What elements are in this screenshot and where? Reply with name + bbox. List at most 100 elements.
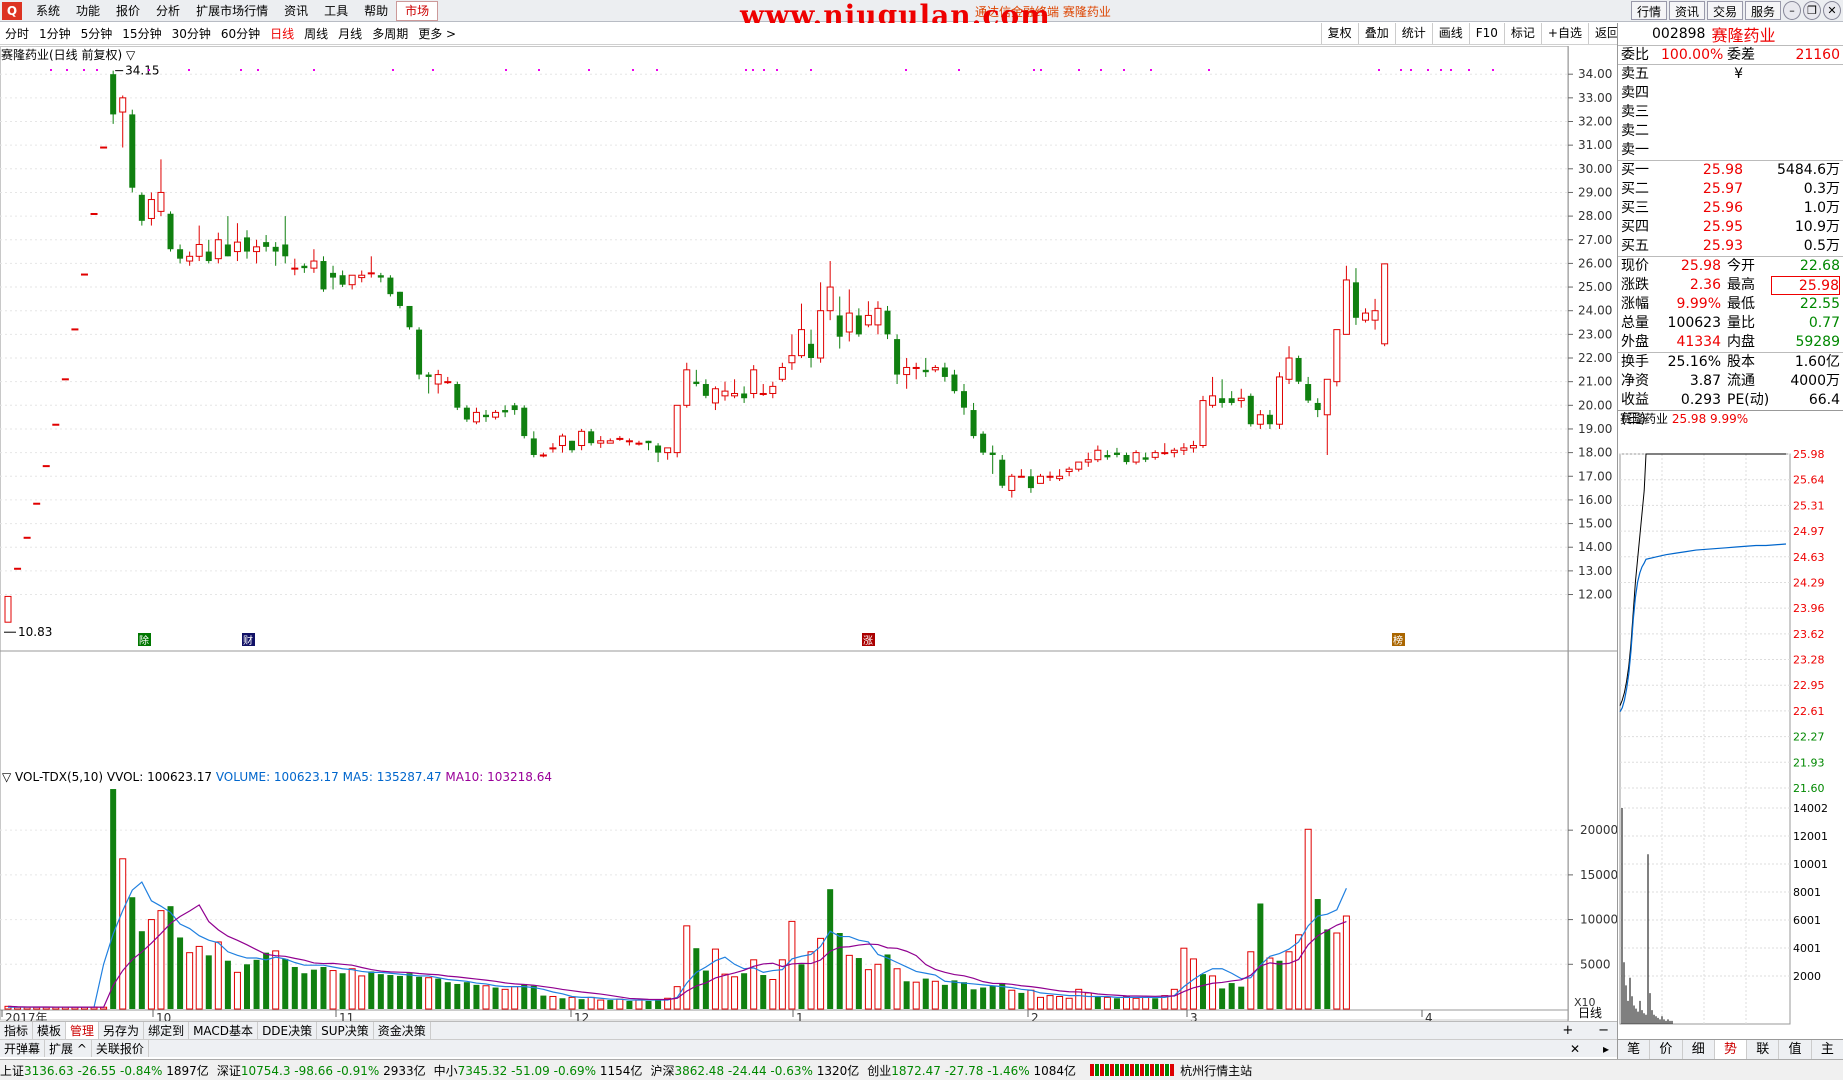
period-1min[interactable]: 1分钟 [34, 25, 76, 42]
tab-bind[interactable]: 绑定到 [144, 1022, 190, 1039]
tab-related[interactable]: 联 [1747, 1040, 1780, 1059]
tool-f10[interactable]: F10 [1468, 23, 1504, 44]
candle-body [110, 74, 117, 115]
menu-info[interactable]: 资讯 [276, 2, 316, 19]
menu-system[interactable]: 系统 [28, 2, 68, 19]
vol-ma5: MA5: 135287.47 [342, 770, 442, 784]
mini-price-label: 22.27 [1793, 731, 1825, 744]
mini-price-label: 25.64 [1793, 474, 1825, 487]
tab-sup[interactable]: SUP决策 [317, 1022, 374, 1039]
price-tick-label: 17.00 [1578, 469, 1612, 483]
tool-stats[interactable]: 统计 [1394, 23, 1432, 44]
index-hs300[interactable]: 沪深3862.48 -24.44 -0.63% 1320亿 [650, 1062, 867, 1079]
tab-pen[interactable]: 笔 [1618, 1040, 1651, 1059]
event-dot [1427, 69, 1429, 71]
tab-indicator[interactable]: 指标 [0, 1022, 34, 1039]
top-service-button[interactable]: 服务 [1744, 1, 1781, 20]
top-trade-button[interactable]: 交易 [1706, 1, 1743, 20]
app-logo-icon[interactable]: Q [2, 1, 22, 20]
tool-overlay[interactable]: 叠加 [1357, 23, 1395, 44]
candle-body [980, 433, 987, 453]
volume-bar [1333, 932, 1341, 1010]
period-15min[interactable]: 15分钟 [117, 25, 166, 42]
intraday-mini-chart[interactable]: 25.98 25.64 25.31 24.97 24.63 24.29 23.96 23.62… [1618, 446, 1843, 1038]
period-weekly[interactable]: 周线 [299, 25, 333, 42]
candle-body [769, 385, 777, 394]
volume-bar [970, 989, 977, 1009]
order-ratio-label: 委比 [1621, 47, 1649, 63]
top-info-button[interactable]: 资讯 [1668, 1, 1705, 20]
menu-analysis[interactable]: 分析 [148, 2, 188, 19]
tab-template[interactable]: 模板 [33, 1022, 67, 1039]
event-dot [632, 69, 634, 71]
day-label[interactable]: 日线 [1578, 1004, 1602, 1021]
event-dot [763, 69, 765, 71]
candle-body [989, 452, 996, 455]
tab-manage[interactable]: 管理 [66, 1022, 100, 1039]
tab-related-quote[interactable]: 关联报价 [92, 1040, 149, 1057]
candle-body [616, 437, 624, 440]
tool-mark[interactable]: 标记 [1503, 23, 1541, 44]
period-more[interactable]: 更多 > [413, 25, 461, 42]
tool-adjust[interactable]: 复权 [1320, 23, 1358, 44]
quote-bottom-tabs: 笔 价 细 势 联 值 主 [1618, 1039, 1843, 1059]
volume-bar [444, 982, 451, 1009]
period-monthly[interactable]: 月线 [333, 25, 367, 42]
volume-bar [845, 954, 853, 1010]
period-30min[interactable]: 30分钟 [167, 25, 216, 42]
tab-main[interactable]: 主 [1812, 1040, 1843, 1059]
server-station[interactable]: 杭州行情主站 [1180, 1062, 1252, 1079]
period-5min[interactable]: 5分钟 [76, 25, 118, 42]
zoom-controls[interactable]: + − [1562, 1023, 1609, 1038]
candle-body [263, 242, 270, 247]
volume-bar [769, 978, 777, 1010]
candle-body [931, 366, 939, 371]
index-sme[interactable]: 中小7345.32 -51.09 -0.69% 1154亿 [434, 1062, 651, 1079]
period-tick[interactable]: 分时 [0, 25, 34, 42]
period-multi[interactable]: 多周期 [367, 25, 413, 42]
menu-quote[interactable]: 报价 [108, 2, 148, 19]
event-dot [1468, 69, 1470, 71]
menu-market[interactable]: 市场 [396, 0, 439, 21]
tab-detail[interactable]: 细 [1683, 1040, 1715, 1059]
event-marker-label: 涨 [863, 635, 873, 647]
volume-bar [147, 919, 155, 1010]
menu-help[interactable]: 帮助 [356, 2, 396, 19]
event-dot [1378, 69, 1380, 71]
close-icon[interactable]: ✕ [1823, 1, 1841, 20]
tab-extend[interactable]: 扩展 ^ [45, 1040, 92, 1057]
tool-add-watchlist[interactable]: +自选 [1540, 23, 1588, 44]
volume-bar [1180, 947, 1188, 1010]
tab-trend[interactable]: 势 [1714, 1040, 1748, 1059]
menu-tools[interactable]: 工具 [316, 2, 356, 19]
top-quote-button[interactable]: 行情 [1630, 1, 1667, 20]
tab-macd[interactable]: MACD基本 [189, 1022, 259, 1039]
mini-price-label: 24.97 [1793, 525, 1825, 538]
menu-extended-market[interactable]: 扩展市场行情 [188, 2, 276, 19]
period-daily[interactable]: 日线 [265, 25, 299, 42]
candle-body [61, 378, 69, 381]
mini-price-label: 25.98 [1793, 448, 1825, 461]
tab-save-as[interactable]: 另存为 [99, 1022, 145, 1039]
volume-bar [233, 971, 241, 1010]
candle-body [1142, 457, 1149, 460]
candle-body [750, 369, 758, 394]
tool-draw[interactable]: 画线 [1431, 23, 1469, 44]
minimize-icon[interactable]: – [1783, 1, 1801, 20]
index-sh[interactable]: 上证3136.63 -26.55 -0.84% 1897亿 [0, 1062, 217, 1079]
index-gem[interactable]: 创业1872.47 -27.78 -1.46% 1084亿 [867, 1062, 1084, 1079]
menu-function[interactable]: 功能 [68, 2, 108, 19]
tab-dde[interactable]: DDE决策 [258, 1022, 318, 1039]
nav-arrows[interactable]: ✕ ▸ [1570, 1042, 1609, 1056]
tab-value[interactable]: 值 [1779, 1040, 1812, 1059]
restore-icon[interactable]: ❐ [1803, 1, 1821, 20]
kline-chart[interactable]: 34.00 33.00 32.00 31.00 30.00 29.00 28.00 27.00… [0, 46, 1617, 1021]
tab-fund[interactable]: 资金决策 [374, 1022, 431, 1039]
mini-vol-label: 4001 [1793, 942, 1821, 955]
period-60min[interactable]: 60分钟 [216, 25, 265, 42]
index-sz[interactable]: 深证10754.3 -98.66 -0.91% 2933亿 [217, 1062, 434, 1079]
tab-price[interactable]: 价 [1650, 1040, 1683, 1059]
vol-indicator-name[interactable]: ▽ VOL-TDX(5,10) [2, 770, 103, 784]
tab-danmaku[interactable]: 开弹幕 [0, 1040, 46, 1057]
volume-bar [1209, 975, 1217, 1010]
